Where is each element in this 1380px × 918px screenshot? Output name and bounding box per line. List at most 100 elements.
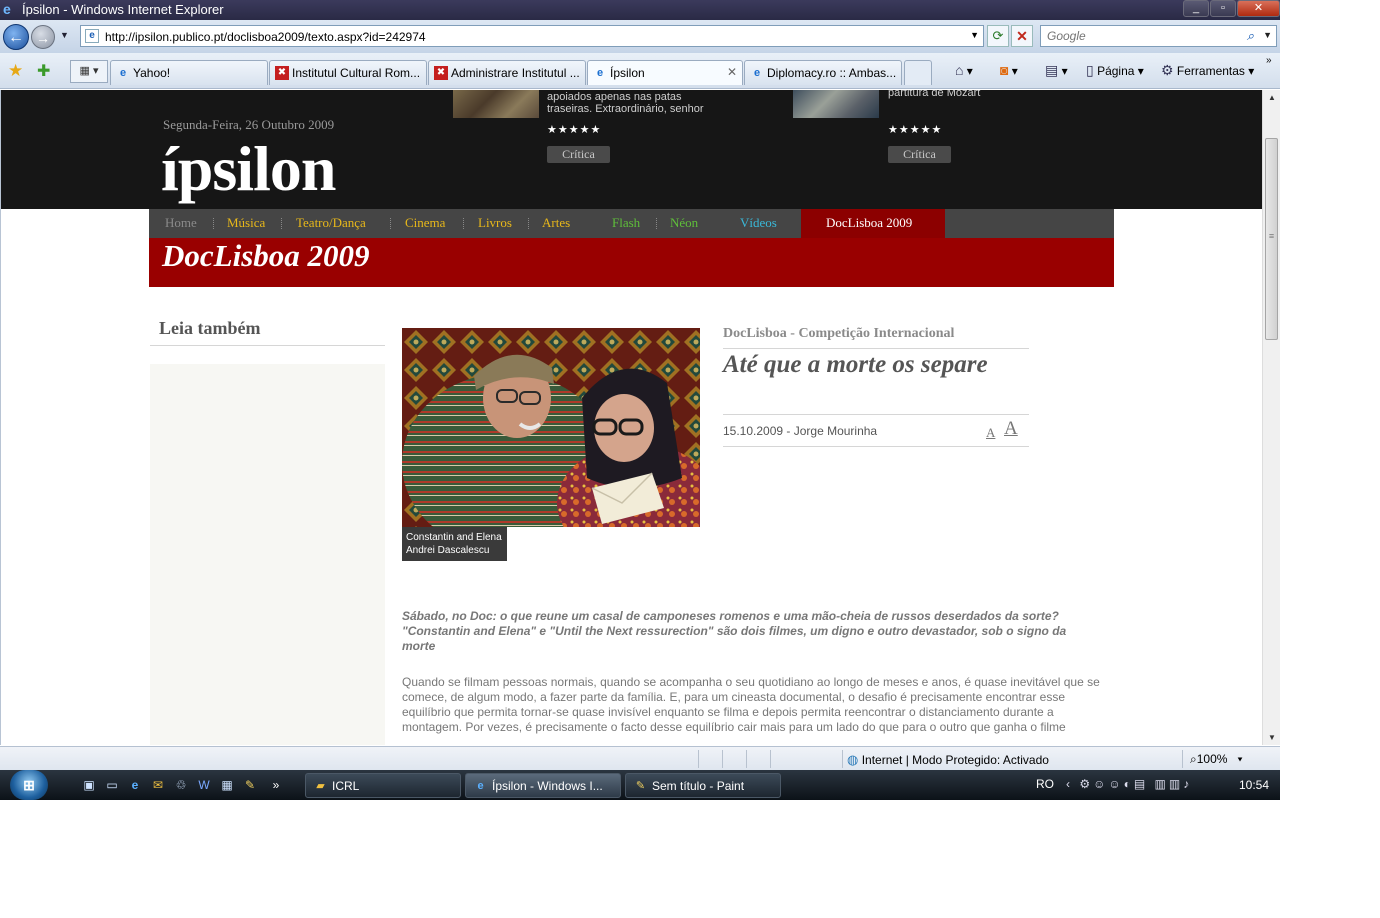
page-menu-label: Página	[1097, 64, 1135, 78]
menu-doclisboa[interactable]: DocLisboa 2009	[826, 215, 912, 231]
menu-separator	[656, 218, 657, 229]
feeds-button[interactable]: ◙ ▾	[1000, 62, 1018, 78]
word-icon[interactable]: W	[196, 777, 212, 793]
status-separator	[1182, 750, 1183, 768]
refresh-button[interactable]: ⟳	[987, 25, 1009, 47]
article-kicker[interactable]: DocLisboa - Competição Internacional	[723, 326, 954, 342]
address-bar[interactable]: e http://ipsilon.publico.pt/doclisboa200…	[80, 25, 984, 47]
security-zone[interactable]: ◍ Internet | Modo Protegido: Activado	[847, 752, 1049, 768]
site-logo[interactable]: ípsilon	[161, 132, 336, 206]
language-indicator[interactable]: RO	[1036, 777, 1054, 791]
divider	[723, 414, 1029, 415]
clock[interactable]: 10:54	[1239, 778, 1269, 792]
search-input[interactable]	[1047, 27, 1237, 45]
forward-button[interactable]: →	[31, 25, 55, 49]
divider	[150, 345, 385, 346]
taskbar-button-label: Sem título - Paint	[652, 779, 745, 793]
security-zone-label: Internet | Modo Protegido: Activado	[861, 753, 1049, 767]
print-button[interactable]: ▤ ▾	[1045, 62, 1068, 79]
vertical-scrollbar[interactable]: ▲ ≡ ▼	[1262, 90, 1280, 745]
taskbar-button-ipsilon[interactable]: e Ípsilon - Windows I...	[465, 773, 621, 798]
scroll-down-icon[interactable]: ▼	[1268, 733, 1276, 742]
critica-button[interactable]: Crítica	[547, 146, 610, 163]
stop-button[interactable]: ✕	[1011, 25, 1033, 47]
zoom-icon: ⌕	[1190, 752, 1197, 766]
tab-diplomacy[interactable]: e Diplomacy.ro :: Ambas...	[744, 60, 902, 85]
taskbar-button-label: Ípsilon - Windows I...	[492, 779, 603, 793]
tray-icons[interactable]: ‹ ⚙☺☺◐▤ ▥▥♪	[1066, 777, 1192, 791]
ie-page-icon: e	[596, 67, 604, 79]
more-quicklaunch-icon[interactable]: »	[268, 777, 284, 793]
start-button[interactable]: ⊞	[10, 770, 48, 800]
history-dropdown-icon[interactable]: ▼	[60, 30, 69, 40]
more-commands-icon[interactable]: »	[1266, 55, 1272, 66]
zoom-level: 100%	[1196, 752, 1228, 766]
tab-institutul-cultural[interactable]: ✖ Institutul Cultural Rom...	[269, 60, 427, 85]
menu-neon[interactable]: Néon	[670, 215, 698, 231]
maximize-button[interactable]: ▫	[1210, 0, 1236, 17]
search-icon[interactable]: ⌕	[1247, 28, 1254, 44]
tab-administrare[interactable]: ✖ Administrare Institutul ...	[428, 60, 586, 85]
taskbar-button-paint[interactable]: ✎ Sem título - Paint	[625, 773, 781, 798]
scroll-up-icon[interactable]: ▲	[1268, 93, 1276, 102]
rss-icon: ◙	[1000, 62, 1009, 78]
zoom-control[interactable]: ⌕100% ▾	[1190, 752, 1242, 767]
address-toolbar: ← → ▼ e http://ipsilon.publico.pt/doclis…	[0, 20, 1280, 53]
tools-menu-label: Ferramentas	[1176, 64, 1245, 78]
promo-thumbnail[interactable]	[453, 90, 539, 118]
search-dropdown-icon[interactable]: ▼	[1263, 30, 1272, 40]
menu-livros[interactable]: Livros	[478, 215, 512, 231]
mail-icon[interactable]: ✉	[150, 777, 166, 793]
windows-taskbar: ⊞ ▣ ▭ e ✉ ♲ W ▦ ✎ » ▰ ICRL e Ípsilon - W…	[0, 770, 1280, 800]
show-desktop-icon[interactable]: ▣	[81, 777, 97, 793]
tab-yahoo[interactable]: e Yahoo!	[110, 60, 268, 85]
new-tab-button[interactable]	[904, 60, 932, 85]
tools-menu[interactable]: ⚙ Ferramentas ▾	[1161, 62, 1254, 79]
tab-toolbar: ★ ✚ ▦ ▾ e Yahoo! ✖ Institutul Cultural R…	[0, 53, 1280, 89]
tab-ipsilon[interactable]: e Ípsilon ✕	[587, 60, 743, 85]
favorites-star-icon[interactable]: ★	[8, 61, 23, 81]
critica-button[interactable]: Crítica	[888, 146, 951, 163]
minimize-button[interactable]: _	[1183, 0, 1209, 17]
photo-caption-title: Constantin and Elena	[406, 532, 502, 543]
rating-stars: ★★★★★	[547, 124, 602, 136]
close-tab-icon[interactable]: ✕	[727, 65, 737, 79]
sidebar-heading: Leia também	[159, 318, 261, 338]
address-dropdown-icon[interactable]: ▼	[970, 30, 979, 40]
printer-icon: ▤	[1045, 62, 1059, 78]
back-button[interactable]: ←	[3, 24, 29, 50]
increase-font-button[interactable]: A	[1004, 418, 1018, 440]
article-photo[interactable]	[402, 328, 700, 527]
decrease-font-button[interactable]: A	[986, 425, 995, 441]
status-separator	[722, 750, 723, 768]
promo-text[interactable]: apoiados apenas nas patas traseiras. Ext…	[547, 91, 717, 115]
ie-icon[interactable]: e	[127, 777, 143, 793]
close-window-button[interactable]: ✕	[1237, 0, 1280, 17]
menu-teatro-danca[interactable]: Teatro/Dança	[296, 215, 366, 231]
menu-cinema[interactable]: Cinema	[405, 215, 445, 231]
switch-windows-icon[interactable]: ▭	[104, 777, 120, 793]
home-button[interactable]: ⌂ ▾	[955, 62, 973, 78]
recycle-icon[interactable]: ♲	[173, 777, 189, 793]
globe-icon: ◍	[847, 752, 859, 767]
menu-home[interactable]: Home	[165, 215, 197, 231]
calculator-icon[interactable]: ▦	[219, 777, 235, 793]
page-menu[interactable]: ▯ Página ▾	[1086, 62, 1144, 79]
quick-tabs-button[interactable]: ▦ ▾	[70, 60, 108, 83]
menu-videos[interactable]: Vídeos	[740, 215, 777, 231]
add-favorite-icon[interactable]: ✚	[37, 61, 50, 81]
paint-icon: ✎	[635, 780, 646, 792]
tab-label: Institutul Cultural Rom...	[292, 66, 421, 80]
scrollbar-thumb[interactable]: ≡	[1265, 138, 1278, 340]
url-text[interactable]: http://ipsilon.publico.pt/doclisboa2009/…	[105, 30, 426, 44]
search-box[interactable]: ⌕ ▼	[1040, 25, 1277, 47]
taskbar-button-icrl[interactable]: ▰ ICRL	[305, 773, 461, 798]
promo-thumbnail[interactable]	[793, 90, 879, 118]
paint-icon[interactable]: ✎	[242, 777, 258, 793]
page-icon: ▯	[1086, 62, 1094, 78]
menu-musica[interactable]: Música	[227, 215, 265, 231]
menu-separator	[213, 218, 214, 229]
promo-text[interactable]: partitura de Mozart	[888, 90, 1058, 99]
menu-flash[interactable]: Flash	[612, 215, 640, 231]
menu-artes[interactable]: Artes	[542, 215, 570, 231]
